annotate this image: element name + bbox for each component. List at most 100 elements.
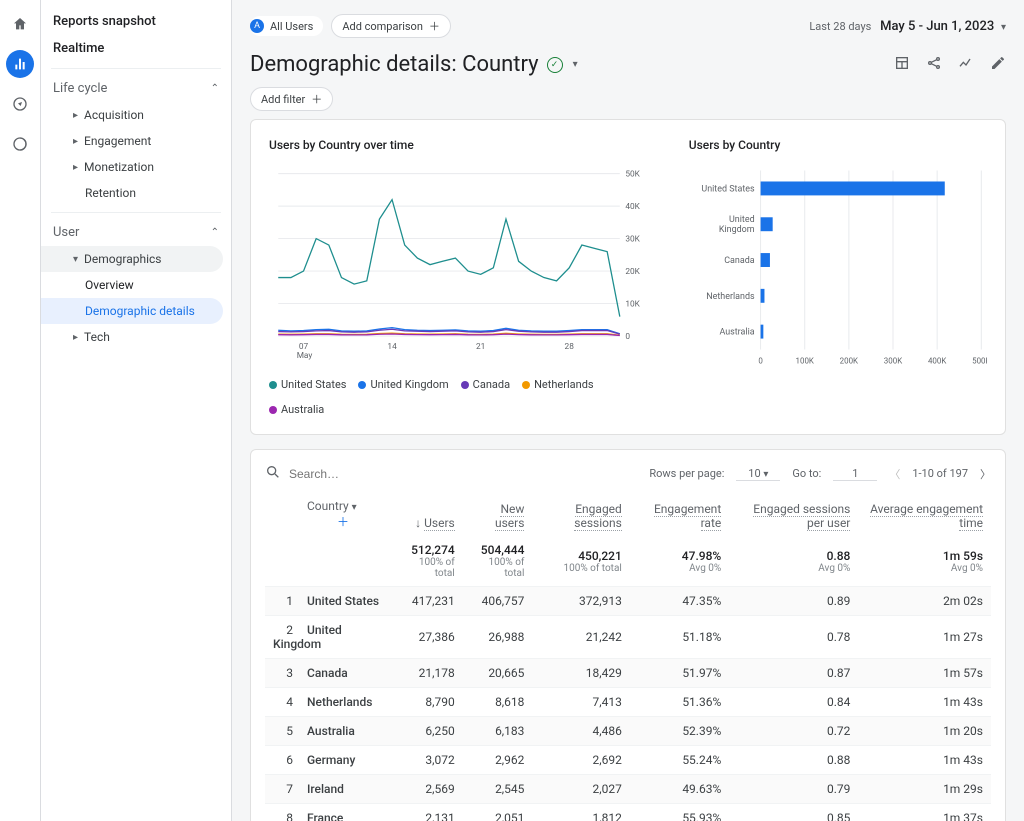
data-table: Country ▾ ＋ ↓ Users New users Engaged se… <box>265 493 991 821</box>
svg-text:40K: 40K <box>625 202 640 212</box>
nav-monetization[interactable]: ▸Monetization <box>41 154 223 180</box>
nav-acquisition[interactable]: ▸Acquisition <box>41 102 223 128</box>
svg-text:28: 28 <box>565 342 575 352</box>
caret-right-icon: ▸ <box>73 162 78 173</box>
svg-text:50K: 50K <box>625 169 640 179</box>
add-comparison-label: Add comparison <box>342 20 423 33</box>
svg-text:0: 0 <box>758 356 763 365</box>
advertising-icon[interactable] <box>6 130 34 158</box>
chevron-up-icon: ⌃ <box>211 227 219 238</box>
reports-icon[interactable] <box>6 50 34 78</box>
main-content: AAll Users Add comparison＋ Last 28 days … <box>232 0 1024 821</box>
svg-text:United States: United States <box>701 184 755 194</box>
caret-right-icon: ▸ <box>73 332 78 343</box>
table-row[interactable]: 5Australia6,2506,1834,48652.39%0.721m 20… <box>265 717 991 746</box>
verified-icon: ✓ <box>547 57 563 73</box>
svg-text:0: 0 <box>625 332 630 342</box>
svg-text:10K: 10K <box>625 299 640 309</box>
legend-item[interactable]: Netherlands <box>522 378 594 391</box>
chart-legend: United States United Kingdom Canada Neth… <box>269 378 657 416</box>
line-chart: 010K20K30K40K50K07142128May <box>269 160 657 370</box>
charts-card: Users by Country over time 010K20K30K40K… <box>250 119 1006 435</box>
table-row[interactable]: 6Germany3,0722,9622,69255.24%0.881m 43s <box>265 746 991 775</box>
caret-down-icon: ▾ <box>73 254 78 265</box>
sort-desc-icon: ↓ <box>415 516 421 530</box>
segment-all-users[interactable]: A All Users <box>250 16 323 36</box>
svg-text:400K: 400K <box>928 356 946 365</box>
nav-reports-snapshot[interactable]: Reports snapshot <box>41 8 223 35</box>
legend-item[interactable]: Australia <box>269 403 324 416</box>
search-input[interactable] <box>287 466 471 482</box>
chevron-up-icon: ⌃ <box>211 83 219 94</box>
table-row[interactable]: 3Canada21,17820,66518,42951.97%0.871m 57… <box>265 659 991 688</box>
col-new-users[interactable]: New users <box>463 493 533 536</box>
explore-icon[interactable] <box>6 90 34 118</box>
svg-text:300K: 300K <box>884 356 902 365</box>
plus-icon: ＋ <box>311 91 322 107</box>
table-card: Rows per page: 10 ▾ Go to: 1 〈 1-10 of 1… <box>250 449 1006 821</box>
svg-text:200K: 200K <box>839 356 857 365</box>
svg-text:Australia: Australia <box>719 328 754 338</box>
table-row[interactable]: 8France2,1312,0511,81255.93%0.851m 37s <box>265 804 991 821</box>
sidebar: Reports snapshot Realtime Life cycle ⌃ ▸A… <box>41 0 232 821</box>
line-chart-title: Users by Country over time <box>269 138 657 152</box>
legend-item[interactable]: Canada <box>461 378 510 391</box>
totals-row: 512,274100% of total504,444100% of total… <box>265 536 991 587</box>
edit-icon[interactable] <box>990 55 1006 74</box>
svg-text:20K: 20K <box>625 267 640 277</box>
nav-overview[interactable]: Overview <box>41 272 223 298</box>
date-prefix: Last 28 days <box>809 20 871 33</box>
prev-page-button[interactable]: 〈 <box>889 466 900 482</box>
nav-demographic-details[interactable]: Demographic details <box>41 298 223 324</box>
rows-per-page-select[interactable]: 10 ▾ <box>736 467 780 481</box>
add-comparison-button[interactable]: Add comparison＋ <box>331 14 451 38</box>
svg-text:United: United <box>729 215 755 225</box>
svg-text:May: May <box>297 351 313 361</box>
svg-text:Canada: Canada <box>724 256 755 266</box>
table-row[interactable]: 4Netherlands8,7908,6187,41351.36%0.841m … <box>265 688 991 717</box>
add-dimension-button[interactable]: ＋ <box>337 515 349 529</box>
legend-item[interactable]: United States <box>269 378 346 391</box>
next-page-button[interactable]: 〉 <box>980 466 991 482</box>
svg-text:500K: 500K <box>972 356 987 365</box>
add-filter-button[interactable]: Add filter ＋ <box>250 87 333 111</box>
svg-text:Kingdom: Kingdom <box>719 225 755 235</box>
nav-demographics[interactable]: ▾Demographics <box>41 246 223 272</box>
all-users-label: All Users <box>270 20 313 33</box>
nav-group-user[interactable]: User ⌃ <box>41 219 231 246</box>
nav-retention[interactable]: Retention <box>41 180 223 206</box>
bar-chart-title: Users by Country <box>689 138 987 152</box>
add-filter-label: Add filter <box>261 93 305 106</box>
date-range-picker[interactable]: Last 28 days May 5 - Jun 1, 2023 ▾ <box>809 19 1006 34</box>
title-dropdown-icon[interactable]: ▾ <box>573 59 578 70</box>
col-engaged-per-user[interactable]: Engaged sessions per user <box>729 493 858 536</box>
go-to-label: Go to: <box>792 467 821 480</box>
nav-tech[interactable]: ▸Tech <box>41 324 223 350</box>
table-row[interactable]: 1United States417,231406,757372,91347.35… <box>265 587 991 616</box>
table-row[interactable]: 7Ireland2,5692,5452,02749.63%0.791m 29s <box>265 775 991 804</box>
legend-item[interactable]: United Kingdom <box>358 378 448 391</box>
segment-badge-icon: A <box>250 19 264 33</box>
table-row[interactable]: 2United Kingdom27,38626,98821,24251.18%0… <box>265 616 991 659</box>
user-label: User <box>53 225 79 240</box>
nav-engagement[interactable]: ▸Engagement <box>41 128 223 154</box>
page-info: 1-10 of 197 <box>912 467 968 480</box>
caret-right-icon: ▸ <box>73 136 78 147</box>
go-to-input[interactable]: 1 <box>833 467 877 481</box>
share-icon[interactable] <box>926 55 942 74</box>
col-users[interactable]: ↓ Users <box>393 493 463 536</box>
home-icon[interactable] <box>6 10 34 38</box>
caret-right-icon: ▸ <box>73 110 78 121</box>
icon-rail <box>0 0 41 821</box>
date-range: May 5 - Jun 1, 2023 <box>880 19 994 34</box>
dimension-picker[interactable]: Country ▾ <box>307 499 357 513</box>
rows-per-page-label: Rows per page: <box>649 467 724 480</box>
col-avg-time[interactable]: Average engagement time <box>858 493 991 536</box>
life-cycle-label: Life cycle <box>53 81 107 96</box>
customize-icon[interactable] <box>894 55 910 74</box>
nav-group-life-cycle[interactable]: Life cycle ⌃ <box>41 75 231 102</box>
col-engagement-rate[interactable]: Engagement rate <box>630 493 729 536</box>
nav-realtime[interactable]: Realtime <box>41 35 223 62</box>
insights-icon[interactable] <box>958 55 974 74</box>
col-engaged-sessions[interactable]: Engaged sessions <box>532 493 629 536</box>
